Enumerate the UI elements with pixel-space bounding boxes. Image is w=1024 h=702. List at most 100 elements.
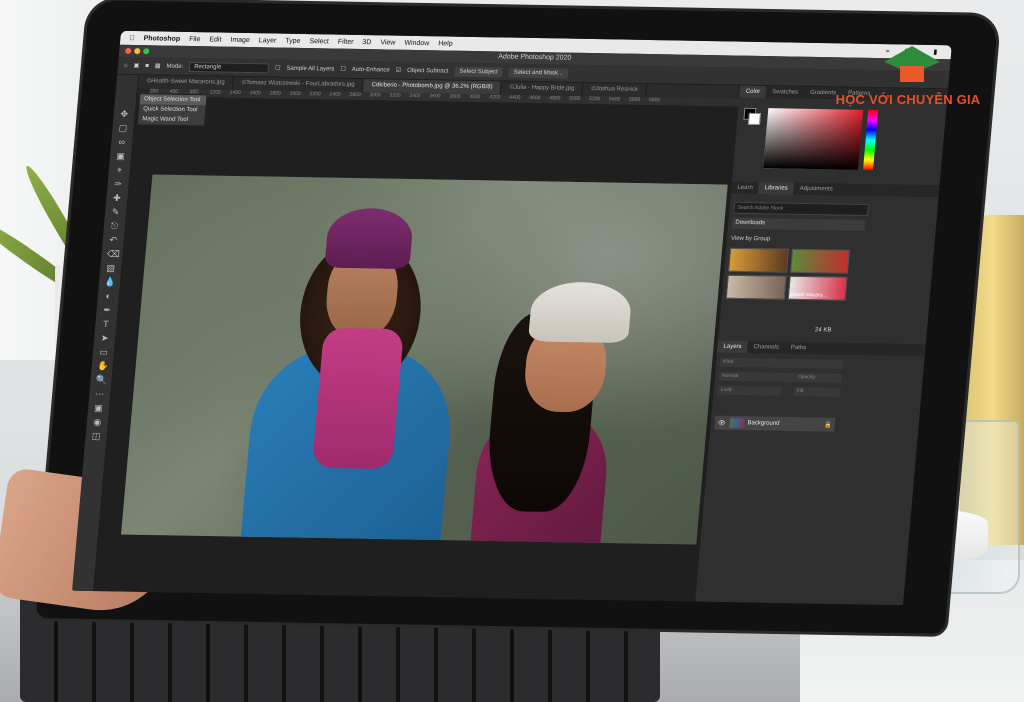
fill-label[interactable]: Fill:: [793, 387, 841, 397]
apple-icon[interactable]: : [129, 34, 135, 41]
tab-color[interactable]: Color: [739, 85, 767, 99]
lock-label[interactable]: Lock:: [717, 385, 782, 396]
menu-app-name[interactable]: Photoshop: [143, 35, 180, 43]
object-subtract-checkbox[interactable]: ☑: [395, 67, 401, 74]
type-tool-icon[interactable]: T: [100, 319, 111, 329]
lock-icon: 🔒: [823, 422, 832, 429]
gradient-tool-icon[interactable]: ▧: [105, 263, 116, 273]
laptop-screen:  Photoshop File Edit Image Layer Type S…: [72, 30, 952, 606]
doc-tab[interactable]: ©Joshua Resnick: [582, 82, 648, 98]
library-thumbnails: Sweet macaro...: [725, 247, 851, 301]
library-thumb[interactable]: Sweet macaro...: [787, 275, 848, 301]
menu-view[interactable]: View: [380, 39, 396, 46]
more-tools-icon[interactable]: ⋯: [94, 389, 105, 399]
screen-mode-icon[interactable]: ◫: [91, 431, 102, 441]
layer-background[interactable]: 👁 Background 🔒: [714, 415, 836, 432]
graduation-cap-icon: [884, 46, 940, 62]
layer-thumbnail: [729, 417, 744, 429]
minimize-window-button[interactable]: [134, 48, 141, 55]
background-swatch[interactable]: [747, 112, 761, 126]
auto-enhance-checkbox[interactable]: ☐: [340, 66, 346, 73]
color-picker-field[interactable]: [763, 108, 864, 170]
healing-brush-icon[interactable]: ✚: [111, 193, 122, 203]
flyout-magic-wand[interactable]: Magic Wand Tool: [138, 114, 205, 125]
library-search-input[interactable]: Search Adobe Stock: [733, 201, 870, 217]
move-tool-icon[interactable]: ✥: [119, 109, 130, 119]
view-by-group[interactable]: View by Group: [731, 236, 771, 243]
document-photo[interactable]: [121, 174, 728, 545]
select-and-mask-button[interactable]: Select and Mask...: [508, 67, 569, 79]
layer-filter[interactable]: Kind: [719, 357, 844, 369]
layer-name: Background: [747, 420, 780, 427]
menu-3d[interactable]: 3D: [362, 39, 372, 46]
tab-libraries[interactable]: Libraries: [758, 182, 795, 195]
brush-tool-icon[interactable]: ✎: [110, 207, 121, 217]
lasso-tool-icon[interactable]: ∞: [116, 137, 127, 147]
history-brush-icon[interactable]: ↶: [108, 235, 119, 245]
rectangle-tool-icon[interactable]: ▭: [98, 347, 109, 357]
close-window-button[interactable]: [125, 47, 132, 54]
mode-select[interactable]: Rectangle: [188, 61, 270, 73]
library-select[interactable]: Downloads: [731, 217, 866, 232]
pen-tool-icon[interactable]: ✒: [102, 305, 113, 315]
tab-channels[interactable]: Channels: [747, 341, 785, 354]
menu-image[interactable]: Image: [230, 36, 250, 43]
menu-type[interactable]: Type: [285, 37, 301, 44]
path-selection-icon[interactable]: ➤: [99, 333, 110, 343]
eyedropper-tool-icon[interactable]: ✑: [113, 179, 124, 189]
menu-help[interactable]: Help: [438, 40, 453, 47]
watermark-logo: HỌC VỚI CHUYÊN GIA: [836, 46, 980, 116]
menu-layer[interactable]: Layer: [259, 37, 277, 44]
new-selection-icon[interactable]: ■: [145, 63, 149, 69]
menu-file[interactable]: File: [189, 35, 201, 42]
person-left-hat: [324, 207, 415, 270]
home-icon[interactable]: ⌂: [124, 62, 128, 68]
select-subject-button[interactable]: Select Subject: [453, 66, 504, 77]
tab-paths[interactable]: Paths: [784, 342, 812, 354]
menu-select[interactable]: Select: [309, 38, 329, 45]
tool-flyout-menu: Object Selection Tool Quick Selection To…: [136, 93, 208, 127]
sample-all-layers-checkbox[interactable]: ☐: [275, 65, 281, 72]
canvas-area[interactable]: [94, 96, 739, 602]
hue-slider[interactable]: [862, 109, 879, 171]
foreground-background-color-icon[interactable]: ▣: [93, 403, 104, 413]
object-subtract-label: Object Subtract: [406, 67, 449, 75]
sample-all-layers-label: Sample All Layers: [286, 65, 335, 73]
menu-filter[interactable]: Filter: [338, 38, 354, 45]
window-controls: [125, 47, 150, 55]
menu-edit[interactable]: Edit: [209, 36, 222, 43]
layers-panel-tabs: Layers Channels Paths: [717, 340, 926, 357]
zoom-tool-icon[interactable]: 🔍: [96, 375, 108, 385]
tab-swatches[interactable]: Swatches: [766, 86, 805, 99]
eraser-tool-icon[interactable]: ⌫: [107, 249, 121, 259]
watermark-text: HỌC VỚI CHUYÊN GIA: [835, 92, 981, 107]
mode-label: Mode:: [166, 63, 184, 70]
blur-tool-icon[interactable]: 💧: [104, 277, 116, 287]
library-thumb[interactable]: [789, 248, 851, 274]
hand-tool-icon[interactable]: ✋: [97, 361, 109, 371]
library-thumb[interactable]: [725, 274, 787, 300]
library-thumb[interactable]: [728, 247, 789, 273]
tab-learn[interactable]: Learn: [731, 182, 759, 194]
tab-adjustments[interactable]: Adjustments: [793, 183, 839, 196]
auto-enhance-label: Auto-Enhance: [351, 66, 391, 74]
person-left-scarf: [311, 327, 405, 470]
libraries-panel-tabs: Learn Libraries Adjustments: [730, 181, 940, 198]
object-selection-tool-icon[interactable]: ▣: [133, 62, 139, 69]
crop-tool-icon[interactable]: ⌖: [114, 165, 125, 175]
person-right-hat: [527, 281, 634, 344]
opacity-label[interactable]: Opacity:: [794, 373, 843, 383]
tab-layers[interactable]: Layers: [717, 340, 749, 354]
thumb-label: Sweet macaro...: [790, 291, 827, 299]
zoom-window-button[interactable]: [142, 48, 150, 55]
dodge-tool-icon[interactable]: ◐: [103, 291, 114, 301]
quick-mask-icon[interactable]: ◉: [92, 417, 103, 427]
object-selection-tool-icon[interactable]: ▣: [115, 151, 126, 161]
visibility-eye-icon[interactable]: 👁: [718, 419, 726, 426]
library-size: 24 KB: [814, 327, 832, 334]
add-selection-icon[interactable]: ▩: [155, 62, 161, 69]
marquee-tool-icon[interactable]: ▢: [118, 123, 129, 133]
logo-house-icon: [900, 66, 924, 82]
menu-window[interactable]: Window: [404, 39, 429, 46]
clone-stamp-icon[interactable]: ⎋: [109, 221, 120, 231]
